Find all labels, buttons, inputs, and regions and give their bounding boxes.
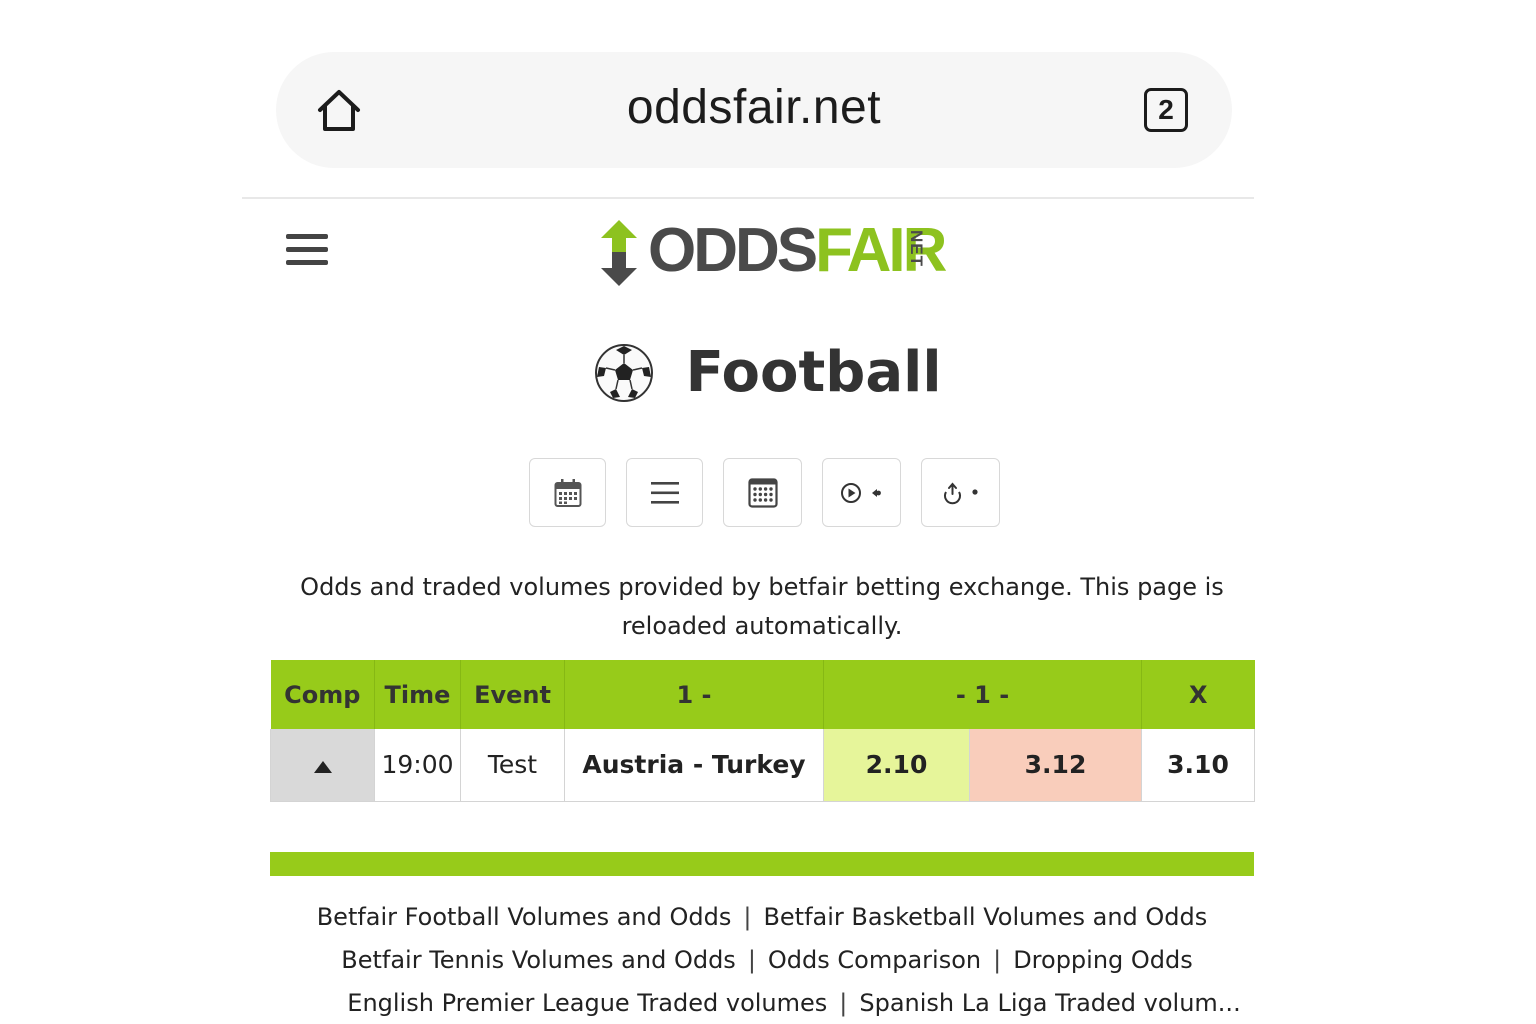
footer-link-epl[interactable]: English Premier League Traded volumes [347,989,827,1017]
time-cell: 19:00 [374,729,461,802]
trending-icon [943,481,978,504]
odds-table: Comp Time Event 1 - - 1 - X 19:00 Test A… [270,660,1255,802]
comp-cell[interactable] [270,729,375,802]
table-header-row: Comp Time Event 1 - - 1 - X [270,660,1255,729]
page-title: Football [685,340,942,405]
header-comp[interactable]: Comp [270,660,375,729]
footer-separator: | [993,946,1002,974]
footer-link-laliga[interactable]: Spanish La Liga Traded volum... [859,989,1240,1017]
header-event[interactable]: Event [460,660,565,729]
trending-button[interactable] [921,458,1000,527]
footer-link-football[interactable]: Betfair Football Volumes and Odds [317,903,732,931]
footer-link-dropping-odds[interactable]: Dropping Odds [1013,946,1193,974]
soccer-ball-icon [595,343,654,402]
footer-links: Betfair Football Volumes and Odds | Betfai… [270,896,1254,1024]
list-view-button[interactable] [626,458,703,527]
draw-odds-cell[interactable]: 3.10 [1141,729,1255,802]
header-1-center[interactable]: - 1 - [823,660,1142,729]
tab-count-button[interactable]: 2 [1144,88,1188,132]
grid-calendar-button[interactable] [723,458,802,527]
view-toolbar [529,458,1000,527]
table-row[interactable]: 19:00 Test Austria - Turkey 2.10 3.12 3.… [270,729,1255,802]
logo-net-suffix: NET [907,230,926,267]
hamburger-icon[interactable] [286,234,328,270]
page-description: Odds and traded volumes provided by betf… [300,573,1224,640]
browser-url-bar[interactable]: oddsfair.net 2 [276,52,1232,168]
page-title-row: Football [0,340,1536,405]
triangle-up-icon[interactable] [313,761,332,774]
header-1[interactable]: 1 - [564,660,824,729]
calendar-button[interactable] [529,458,606,527]
logo-wordmark: ODDSFAIR [648,216,947,285]
footer-green-bar [270,852,1254,876]
footer-link-tennis[interactable]: Betfair Tennis Volumes and Odds [341,946,736,974]
footer-separator: | [743,903,752,931]
list-icon [650,481,679,504]
url-text[interactable]: oddsfair.net [276,80,1232,135]
event-cell: Test [460,729,565,802]
logo-arrows-icon [601,220,637,286]
footer-separator: | [839,989,848,1017]
back-odds-cell[interactable]: 2.10 [823,729,970,802]
calendar-icon [554,478,581,507]
match-link[interactable]: Austria - Turkey [564,729,824,802]
footer-separator: | [747,946,756,974]
header-divider [242,197,1254,199]
live-play-button[interactable] [822,458,901,527]
footer-link-odds-comparison[interactable]: Odds Comparison [768,946,981,974]
grid-calendar-icon [747,477,778,508]
lay-odds-cell[interactable]: 3.12 [969,729,1142,802]
header-time[interactable]: Time [374,660,461,729]
oddsfair-logo[interactable]: ODDSFAIR NET [596,218,956,288]
header-x[interactable]: X [1141,660,1255,729]
live-play-icon [840,482,881,503]
footer-link-basketball[interactable]: Betfair Basketball Volumes and Odds [763,903,1207,931]
